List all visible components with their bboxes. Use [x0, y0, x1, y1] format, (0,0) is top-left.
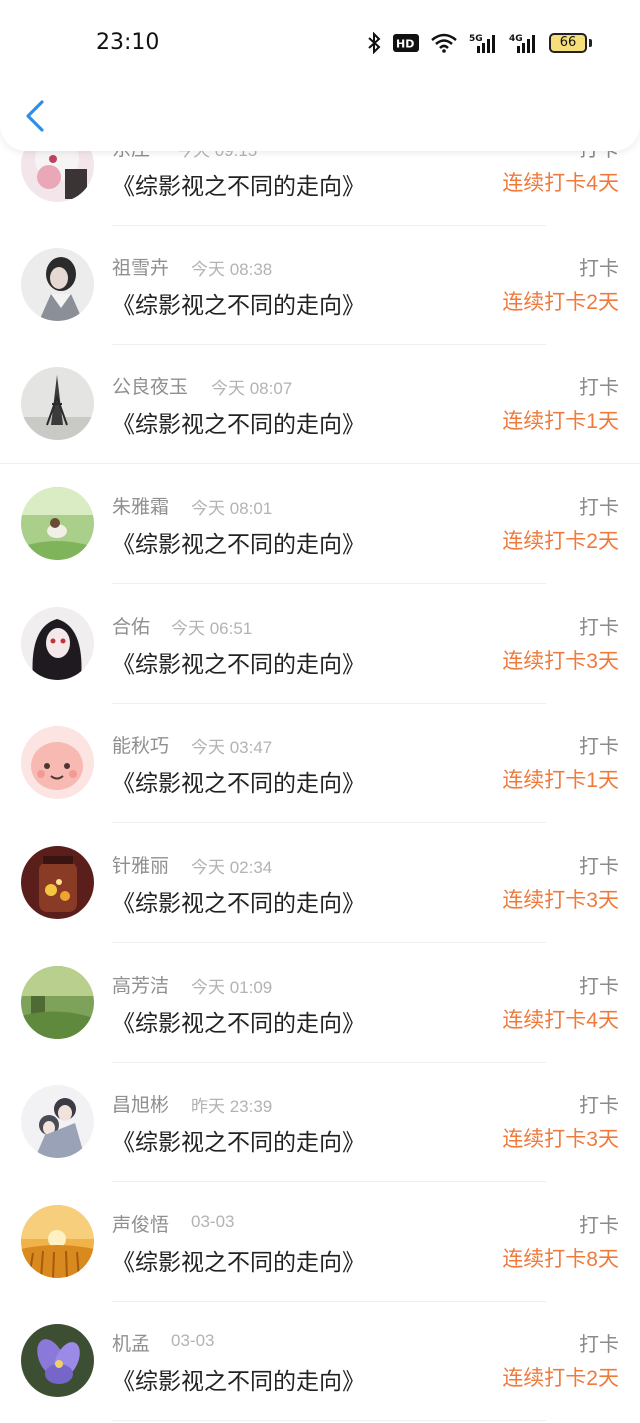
streak-badge: 连续打卡1天 — [502, 769, 619, 792]
svg-text:HD: HD — [396, 38, 414, 51]
back-arrow-icon[interactable] — [20, 96, 52, 136]
user-name[interactable]: 公良夜玉 — [112, 372, 188, 399]
checkin-time: 今天 06:51 — [171, 619, 253, 638]
checkin-time: 今天 01:09 — [191, 978, 273, 997]
book-title[interactable]: 《综影视之不同的走向》 — [112, 645, 365, 679]
streak-badge: 连续打卡4天 — [502, 1009, 619, 1032]
list-item[interactable]: 合佑 今天 06:51 《综影视之不同的走向》 打卡 连续打卡3天 — [0, 585, 640, 704]
divider — [0, 463, 640, 464]
divider — [112, 822, 546, 823]
book-title[interactable]: 《综影视之不同的走向》 — [112, 1004, 365, 1038]
avatar[interactable] — [21, 487, 94, 560]
checkin-label: 打卡 — [579, 617, 619, 639]
checkin-time: 03-03 — [191, 1212, 235, 1231]
avatar[interactable] — [21, 726, 94, 799]
avatar[interactable] — [21, 607, 94, 680]
list-item[interactable]: 高芳洁 今天 01:09 《综影视之不同的走向》 打卡 连续打卡4天 — [0, 944, 640, 1063]
user-name[interactable]: 针雅丽 — [112, 851, 169, 878]
user-name[interactable]: 能秋巧 — [112, 731, 169, 758]
checkin-label: 打卡 — [579, 736, 619, 758]
streak-badge: 连续打卡2天 — [502, 530, 619, 553]
user-name[interactable]: 祖雪卉 — [112, 253, 169, 280]
wifi-icon — [431, 33, 457, 53]
streak-badge: 连续打卡3天 — [502, 889, 619, 912]
divider — [112, 942, 546, 943]
user-name[interactable]: 声俊悟 — [112, 1210, 169, 1237]
checkin-time: 03-03 — [171, 1331, 215, 1350]
user-name[interactable]: 朱雅霜 — [112, 492, 169, 519]
avatar[interactable] — [21, 248, 94, 321]
user-name[interactable]: 机孟 — [112, 1329, 150, 1356]
streak-badge: 连续打卡1天 — [502, 410, 619, 433]
streak-badge: 连续打卡2天 — [502, 1367, 619, 1390]
checkin-time: 今天 03:47 — [191, 738, 273, 757]
book-title[interactable]: 《综影视之不同的走向》 — [112, 405, 365, 439]
checkin-time: 今天 02:34 — [191, 858, 273, 877]
status-icons: HD 5G 4G 66 — [367, 30, 592, 56]
streak-badge: 连续打卡3天 — [502, 1128, 619, 1151]
avatar[interactable] — [21, 1085, 94, 1158]
checkin-label: 打卡 — [579, 497, 619, 519]
divider — [112, 583, 546, 584]
book-title[interactable]: 《综影视之不同的走向》 — [112, 1243, 365, 1277]
book-title[interactable]: 《综影视之不同的走向》 — [112, 286, 365, 320]
book-title[interactable]: 《综影视之不同的走向》 — [112, 525, 365, 559]
checkin-list[interactable]: 东庄 今天 09:15 《综影视之不同的走向》 打卡 连续打卡4天 祖雪卉 今天… — [0, 0, 640, 1423]
checkin-time: 今天 08:01 — [191, 499, 273, 518]
checkin-label: 打卡 — [579, 1215, 619, 1237]
avatar[interactable] — [21, 1205, 94, 1278]
checkin-label: 打卡 — [579, 1095, 619, 1117]
list-item[interactable]: 声俊悟 03-03 《综影视之不同的走向》 打卡 连续打卡8天 — [0, 1183, 640, 1302]
battery-level: 66 — [559, 35, 577, 50]
bluetooth-icon — [368, 32, 381, 54]
svg-text:5G: 5G — [469, 34, 483, 44]
list-item[interactable]: 机孟 03-03 《综影视之不同的走向》 打卡 连续打卡2天 — [0, 1302, 640, 1421]
header: 23:10 HD 5G 4G 66 — [0, 0, 640, 151]
book-title[interactable]: 《综影视之不同的走向》 — [112, 1362, 365, 1396]
avatar[interactable] — [21, 846, 94, 919]
checkin-label: 打卡 — [579, 377, 619, 399]
svg-text:4G: 4G — [509, 34, 523, 44]
list-item[interactable]: 昌旭彬 昨天 23:39 《综影视之不同的走向》 打卡 连续打卡3天 — [0, 1063, 640, 1182]
avatar[interactable] — [21, 367, 94, 440]
streak-badge: 连续打卡2天 — [502, 291, 619, 314]
checkin-label: 打卡 — [579, 976, 619, 998]
signal-4g-icon: 4G — [509, 34, 535, 53]
battery-icon: 66 — [549, 33, 587, 53]
user-name[interactable]: 高芳洁 — [112, 971, 169, 998]
divider — [112, 1420, 546, 1421]
list-item[interactable]: 朱雅霜 今天 08:01 《综影视之不同的走向》 打卡 连续打卡2天 — [0, 465, 640, 584]
book-title[interactable]: 《综影视之不同的走向》 — [112, 1123, 365, 1157]
user-name[interactable]: 合佑 — [112, 612, 150, 639]
streak-badge: 连续打卡3天 — [502, 650, 619, 673]
checkin-time: 今天 08:38 — [191, 260, 273, 279]
hd-icon: HD — [393, 34, 419, 52]
status-time: 23:10 — [96, 30, 160, 55]
book-title[interactable]: 《综影视之不同的走向》 — [112, 764, 365, 798]
list-item[interactable]: 祖雪卉 今天 08:38 《综影视之不同的走向》 打卡 连续打卡2天 — [0, 226, 640, 345]
book-title[interactable]: 《综影视之不同的走向》 — [112, 884, 365, 918]
divider — [112, 1181, 546, 1182]
avatar[interactable] — [21, 966, 94, 1039]
checkin-time: 今天 08:07 — [211, 379, 293, 398]
list-item[interactable]: 能秋巧 今天 03:47 《综影视之不同的走向》 打卡 连续打卡1天 — [0, 704, 640, 823]
checkin-time: 昨天 23:39 — [191, 1097, 273, 1116]
checkin-label: 打卡 — [579, 856, 619, 878]
streak-badge: 连续打卡8天 — [502, 1248, 619, 1271]
avatar[interactable] — [21, 1324, 94, 1397]
signal-5g-icon: 5G — [469, 34, 495, 53]
checkin-label: 打卡 — [579, 1334, 619, 1356]
user-name[interactable]: 昌旭彬 — [112, 1090, 169, 1117]
checkin-label: 打卡 — [579, 258, 619, 280]
battery-tip — [589, 39, 592, 47]
list-item[interactable]: 公良夜玉 今天 08:07 《综影视之不同的走向》 打卡 连续打卡1天 — [0, 345, 640, 464]
book-title[interactable]: 《综影视之不同的走向》 — [112, 167, 365, 201]
streak-badge: 连续打卡4天 — [502, 172, 619, 195]
list-item[interactable]: 针雅丽 今天 02:34 《综影视之不同的走向》 打卡 连续打卡3天 — [0, 824, 640, 943]
